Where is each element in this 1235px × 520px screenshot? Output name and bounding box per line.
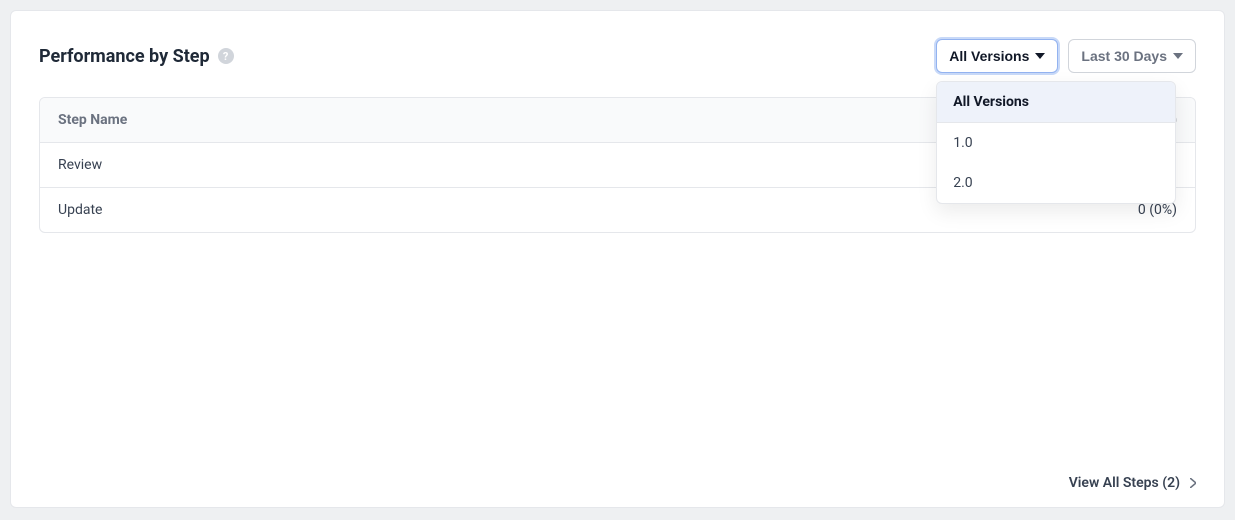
version-option-1[interactable]: 1.0 bbox=[937, 123, 1175, 163]
version-filter-button[interactable]: All Versions bbox=[936, 39, 1058, 73]
card-title: Performance by Step bbox=[39, 46, 210, 67]
caret-down-icon bbox=[1035, 53, 1045, 59]
col-step-name: Step Name bbox=[40, 98, 945, 142]
version-dropdown-menu: All Versions 1.0 2.0 bbox=[936, 81, 1176, 204]
header-row: Performance by Step ? All Versions All V… bbox=[39, 39, 1196, 73]
chevron-right-icon bbox=[1190, 478, 1196, 488]
caret-down-icon bbox=[1173, 53, 1183, 59]
version-option-2[interactable]: 2.0 bbox=[937, 163, 1175, 203]
view-all-steps-link[interactable]: View All Steps (2) bbox=[1069, 475, 1196, 491]
title-wrap: Performance by Step ? bbox=[39, 46, 234, 67]
date-range-label: Last 30 Days bbox=[1081, 48, 1167, 64]
cell-step-name: Update bbox=[40, 188, 945, 232]
cell-step-name: Review bbox=[40, 143, 945, 187]
filters: All Versions All Versions 1.0 2.0 Last 3… bbox=[936, 39, 1196, 73]
version-filter-label: All Versions bbox=[949, 48, 1029, 64]
version-filter-wrap: All Versions All Versions 1.0 2.0 bbox=[936, 39, 1058, 73]
performance-card: Performance by Step ? All Versions All V… bbox=[10, 10, 1225, 508]
date-range-filter-button[interactable]: Last 30 Days bbox=[1068, 39, 1196, 73]
view-all-label: View All Steps (2) bbox=[1069, 475, 1180, 491]
help-icon[interactable]: ? bbox=[218, 48, 234, 64]
version-option-all[interactable]: All Versions bbox=[937, 82, 1175, 123]
